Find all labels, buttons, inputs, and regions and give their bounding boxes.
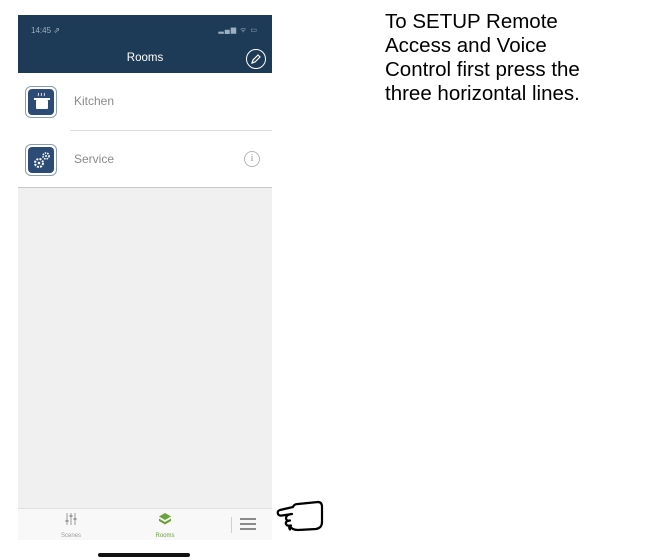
gears-icon	[25, 144, 57, 176]
nav-bar: Rooms	[18, 45, 272, 73]
page-title: Rooms	[126, 52, 164, 64]
tab-separator	[231, 517, 232, 533]
tab-rooms[interactable]: Rooms	[135, 512, 195, 539]
room-list: Kitchen Service i	[18, 73, 272, 188]
rooms-cube-icon	[159, 513, 171, 525]
empty-list-area	[18, 188, 272, 508]
tab-label: Rooms	[155, 533, 175, 539]
tab-label: Scenes	[60, 533, 81, 539]
status-bar: 14:45 ⇗ ▂▄▆ ᯤ ▭	[18, 15, 272, 45]
status-time: 14:45 ⇗	[31, 26, 60, 35]
room-item-kitchen[interactable]: Kitchen	[18, 73, 272, 131]
instruction-text: To SETUP Remote Access and Voice Control…	[385, 10, 580, 105]
pointing-hand-icon	[276, 500, 324, 532]
cooking-pot-icon	[25, 86, 57, 118]
room-item-service[interactable]: Service i	[18, 131, 272, 188]
info-icon[interactable]: i	[244, 151, 260, 167]
tab-scenes[interactable]: Scenes	[41, 512, 101, 539]
sliders-icon	[65, 513, 77, 525]
hamburger-icon[interactable]	[240, 518, 256, 530]
status-indicators: ▂▄▆ ᯤ ▭	[218, 27, 258, 34]
edit-button[interactable]	[246, 49, 266, 69]
phone-screenshot: 14:45 ⇗ ▂▄▆ ᯤ ▭ Rooms Kitchen Service i …	[18, 15, 272, 559]
home-area	[18, 540, 272, 559]
room-label: Kitchen	[74, 94, 115, 108]
home-indicator[interactable]	[98, 553, 190, 557]
pencil-icon	[251, 54, 261, 64]
room-label: Service	[74, 152, 115, 166]
tab-bar: Scenes Rooms	[18, 508, 272, 540]
